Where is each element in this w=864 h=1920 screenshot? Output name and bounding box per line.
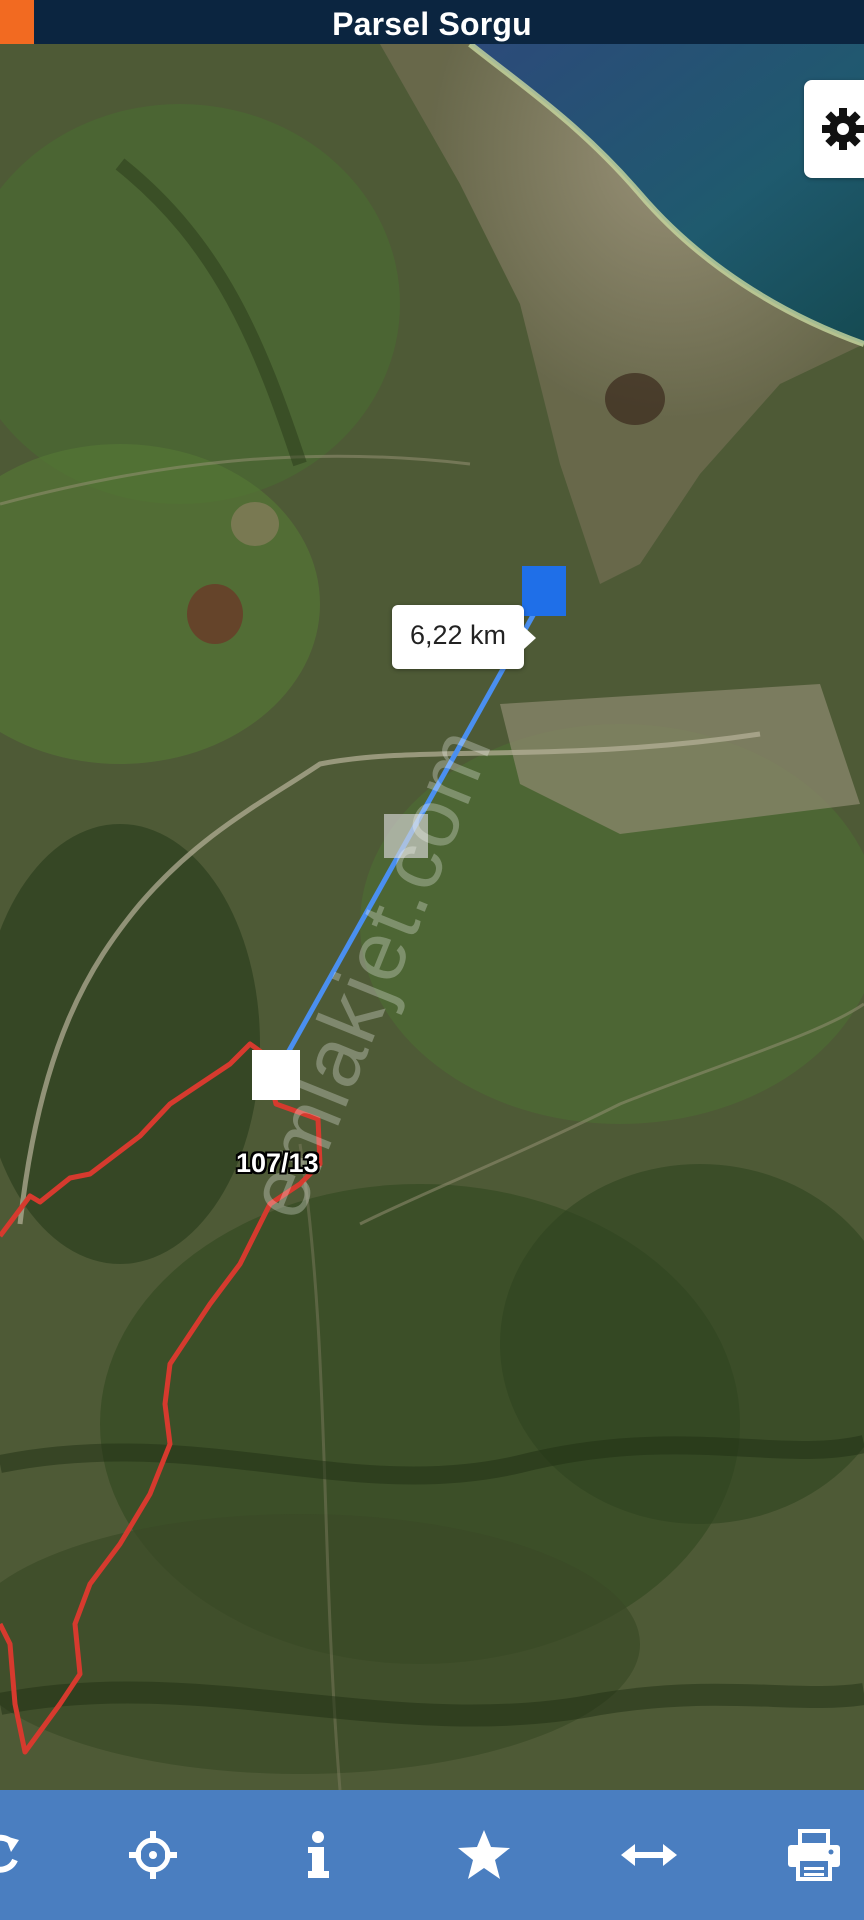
- app-header: Parsel Sorgu: [0, 0, 864, 44]
- tooltip-arrow: [524, 627, 536, 649]
- measure-button[interactable]: [589, 1790, 709, 1920]
- printer-icon: [788, 1829, 840, 1881]
- info-icon: [308, 1831, 329, 1878]
- crosshair-icon: [129, 1831, 177, 1879]
- bottom-toolbar: [0, 1790, 864, 1920]
- measure-end-marker[interactable]: [522, 566, 566, 616]
- locate-button[interactable]: [93, 1790, 213, 1920]
- double-arrow-icon: [621, 1844, 677, 1866]
- info-button[interactable]: [258, 1790, 378, 1920]
- refresh-button[interactable]: [0, 1790, 60, 1920]
- print-button[interactable]: [754, 1790, 864, 1920]
- distance-tooltip: 6,22 km: [392, 605, 536, 669]
- favorite-button[interactable]: [424, 1790, 544, 1920]
- parcel-number-label: 107/13: [236, 1148, 319, 1178]
- settings-button[interactable]: [804, 80, 864, 178]
- refresh-icon: [0, 1834, 19, 1873]
- distance-label: 6,22 km: [409, 620, 507, 650]
- page-title: Parsel Sorgu: [332, 6, 532, 42]
- gear-icon: [822, 108, 864, 150]
- satellite-map[interactable]: emlakjet.com 6,22 km 107/13: [0, 44, 864, 1790]
- star-icon: [458, 1830, 510, 1879]
